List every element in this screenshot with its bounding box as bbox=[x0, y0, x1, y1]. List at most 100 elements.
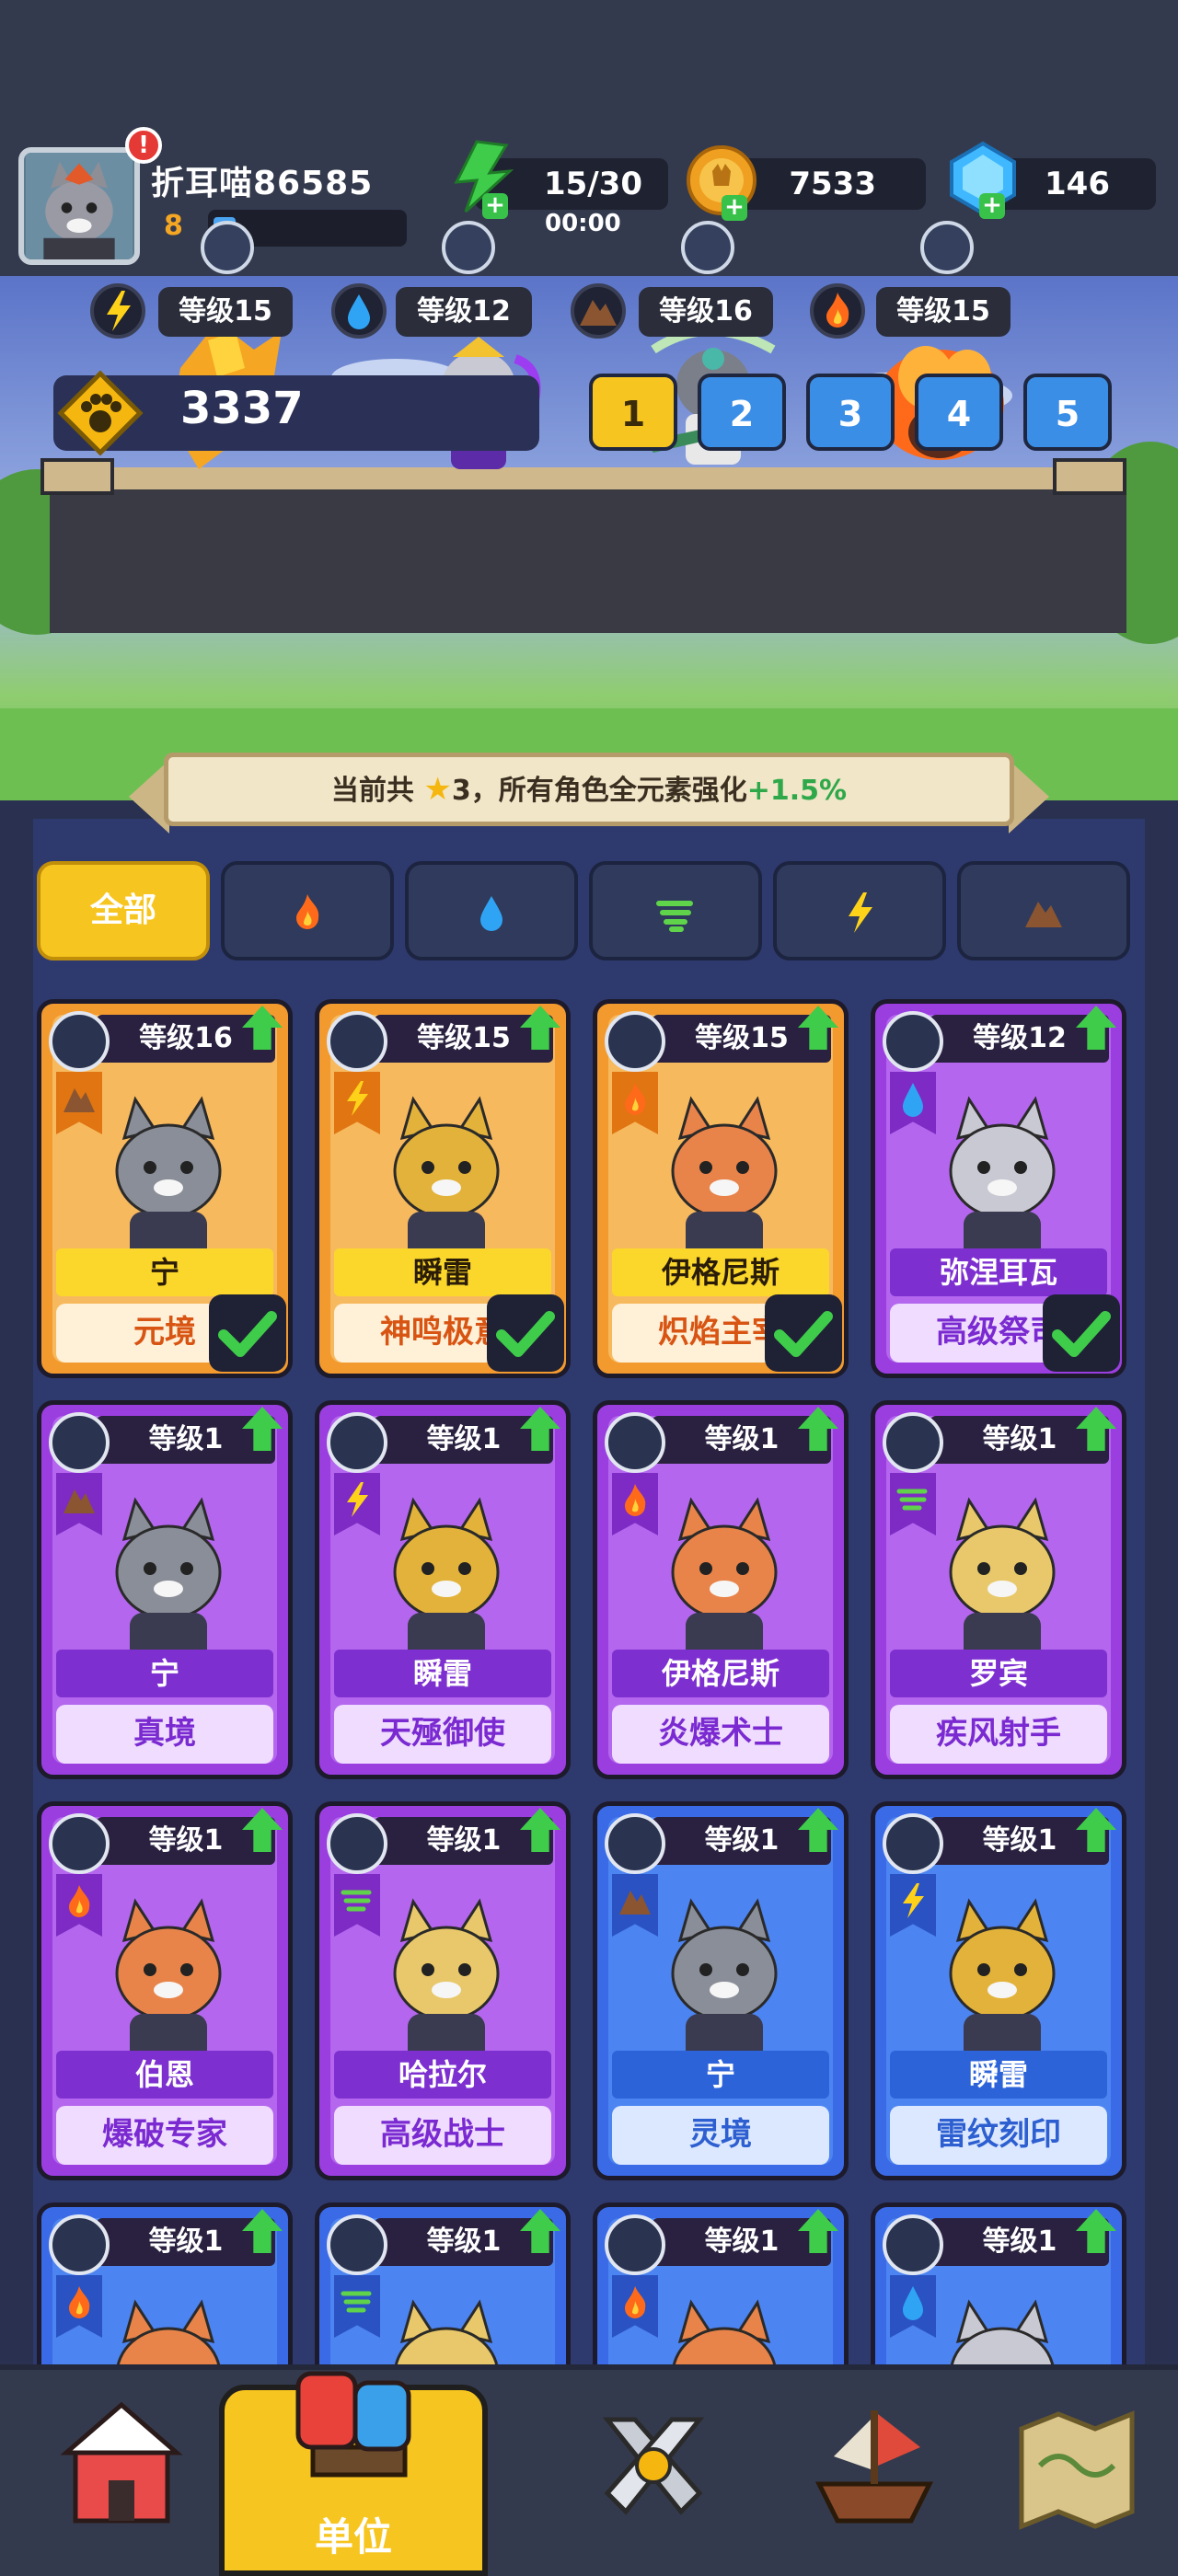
cat-avatar-icon bbox=[26, 153, 133, 259]
filter-fire[interactable] bbox=[221, 861, 394, 960]
hero-level-1: 等级15 bbox=[158, 287, 293, 337]
unit-card[interactable]: 等级16 宁元境 bbox=[37, 999, 293, 1378]
unit-name: 伊格尼斯 bbox=[612, 1248, 829, 1296]
paw-icon bbox=[605, 2214, 665, 2275]
fire-icon bbox=[69, 1885, 90, 1917]
player-avatar[interactable] bbox=[18, 147, 140, 265]
unit-title: 灵境 bbox=[612, 2106, 829, 2165]
water-icon bbox=[903, 2286, 923, 2320]
filter-earth[interactable] bbox=[957, 861, 1130, 960]
paw-icon bbox=[605, 1412, 665, 1473]
team-tab-3[interactable]: 3 bbox=[806, 374, 895, 451]
unit-card[interactable]: 等级1 罗宾 疾风射手 bbox=[871, 1400, 1126, 1779]
banner-suffix: ，所有角色全元素强化 bbox=[470, 775, 747, 807]
player-name: 折耳喵86585 bbox=[151, 165, 374, 202]
filter-water[interactable] bbox=[405, 861, 578, 960]
paw-icon bbox=[49, 1011, 110, 1072]
add-coins-button[interactable]: + bbox=[722, 195, 747, 221]
unit-card[interactable]: 等级12 弥涅耳瓦 高级祭司 bbox=[871, 999, 1126, 1378]
team-tab-2[interactable]: 2 bbox=[698, 374, 786, 451]
unit-card[interactable]: 等级15 瞬雷 神鸣极意 bbox=[315, 999, 571, 1378]
unit-name: 宁 bbox=[56, 1650, 273, 1697]
wind-icon bbox=[341, 2291, 372, 2313]
paw-icon bbox=[327, 2214, 387, 2275]
paw-icon bbox=[883, 2214, 943, 2275]
unit-title: 真境 bbox=[56, 1705, 273, 1764]
nav-units-label: 单位 bbox=[314, 2514, 392, 2559]
hero-level-3: 等级16 bbox=[639, 287, 773, 337]
unit-name: 哈拉尔 bbox=[334, 2051, 551, 2099]
unit-title: 雷纹刻印 bbox=[890, 2106, 1107, 2165]
team-tab-5[interactable]: 5 bbox=[1023, 374, 1112, 451]
unit-card[interactable]: 等级1 伯恩 爆破专家 bbox=[37, 1801, 293, 2180]
unit-card[interactable]: 等级1 宁真境 bbox=[37, 1400, 293, 1779]
unit-portrait bbox=[671, 1096, 778, 1272]
unit-name: 弥涅耳瓦 bbox=[890, 1248, 1107, 1296]
team-tab-1[interactable]: 1 bbox=[589, 374, 677, 451]
fire-icon bbox=[69, 2286, 90, 2318]
banner-prefix: 当前共 bbox=[330, 775, 414, 807]
filter-wind[interactable] bbox=[589, 861, 762, 960]
battle-icon[interactable] bbox=[580, 2392, 727, 2539]
unit-title: 高级战士 bbox=[334, 2106, 551, 2165]
unit-title: 天殛御使 bbox=[334, 1705, 551, 1764]
lightning-icon bbox=[90, 283, 145, 339]
unit-name: 伊格尼斯 bbox=[612, 1650, 829, 1697]
paw-icon bbox=[49, 2214, 110, 2275]
filter-lightning[interactable] bbox=[773, 861, 946, 960]
paw-icon bbox=[883, 1813, 943, 1874]
wind-icon bbox=[656, 901, 693, 932]
paw-badge-4 bbox=[920, 221, 974, 274]
banner-ribbon-right bbox=[1009, 760, 1049, 834]
paw-badge-1 bbox=[201, 221, 254, 274]
unit-card[interactable]: 等级1 瞬雷 天殛御使 bbox=[315, 1400, 571, 1779]
unit-card[interactable]: 等级15 伊格尼斯 炽焰主宰 bbox=[593, 999, 849, 1378]
earth-icon bbox=[64, 1489, 95, 1513]
unit-portrait bbox=[393, 1898, 500, 2075]
gem-value: 146 bbox=[1045, 166, 1110, 202]
add-gems-button[interactable]: + bbox=[979, 193, 1005, 219]
unit-card[interactable]: 等级1 瞬雷 雷纹刻印 bbox=[871, 1801, 1126, 2180]
paw-icon bbox=[883, 1412, 943, 1473]
paw-icon bbox=[327, 1813, 387, 1874]
unit-name: 伯恩 bbox=[56, 2051, 273, 2099]
ship-icon[interactable] bbox=[801, 2392, 948, 2539]
unit-portrait bbox=[393, 1497, 500, 1673]
hero-level-2: 等级12 bbox=[396, 287, 532, 337]
wind-icon bbox=[341, 1890, 372, 1912]
water-icon bbox=[903, 1083, 923, 1117]
fire-icon bbox=[810, 283, 865, 339]
units-icon[interactable] bbox=[276, 2337, 433, 2493]
unit-card[interactable]: 等级1 宁灵境 bbox=[593, 1801, 849, 2180]
banner-stars: 3 bbox=[451, 775, 471, 807]
unit-name: 瞬雷 bbox=[334, 1248, 551, 1296]
add-energy-button[interactable]: + bbox=[482, 193, 508, 219]
unit-portrait bbox=[671, 1497, 778, 1673]
earth-icon bbox=[571, 283, 626, 339]
earth-icon bbox=[64, 1088, 95, 1112]
filter-all[interactable]: 全部 bbox=[37, 861, 210, 960]
fire-icon bbox=[296, 894, 319, 929]
star-icon: ★ bbox=[423, 771, 452, 808]
unit-portrait bbox=[115, 1096, 222, 1272]
coin-value: 7533 bbox=[789, 166, 876, 202]
paw-icon bbox=[883, 1011, 943, 1072]
unit-portrait bbox=[393, 1096, 500, 1272]
water-icon bbox=[480, 896, 502, 931]
stone-wall bbox=[50, 467, 1126, 633]
team-power-value: 3337 bbox=[180, 383, 304, 434]
wind-icon bbox=[896, 1489, 928, 1511]
unit-card[interactable]: 等级1 伊格尼斯 炎爆术士 bbox=[593, 1400, 849, 1779]
unit-name: 罗宾 bbox=[890, 1650, 1107, 1697]
home-icon[interactable] bbox=[48, 2392, 195, 2539]
unit-portrait bbox=[115, 1898, 222, 2075]
player-level: 8 bbox=[164, 210, 183, 242]
unit-card[interactable]: 等级1 哈拉尔 高级战士 bbox=[315, 1801, 571, 2180]
unit-name: 宁 bbox=[612, 2051, 829, 2099]
team-tab-4[interactable]: 4 bbox=[915, 374, 1003, 451]
in-team-check-icon bbox=[765, 1294, 842, 1372]
wall-cap-right bbox=[1053, 458, 1126, 495]
paw-icon bbox=[605, 1813, 665, 1874]
map-icon[interactable] bbox=[1003, 2392, 1150, 2539]
in-team-check-icon bbox=[209, 1294, 286, 1372]
